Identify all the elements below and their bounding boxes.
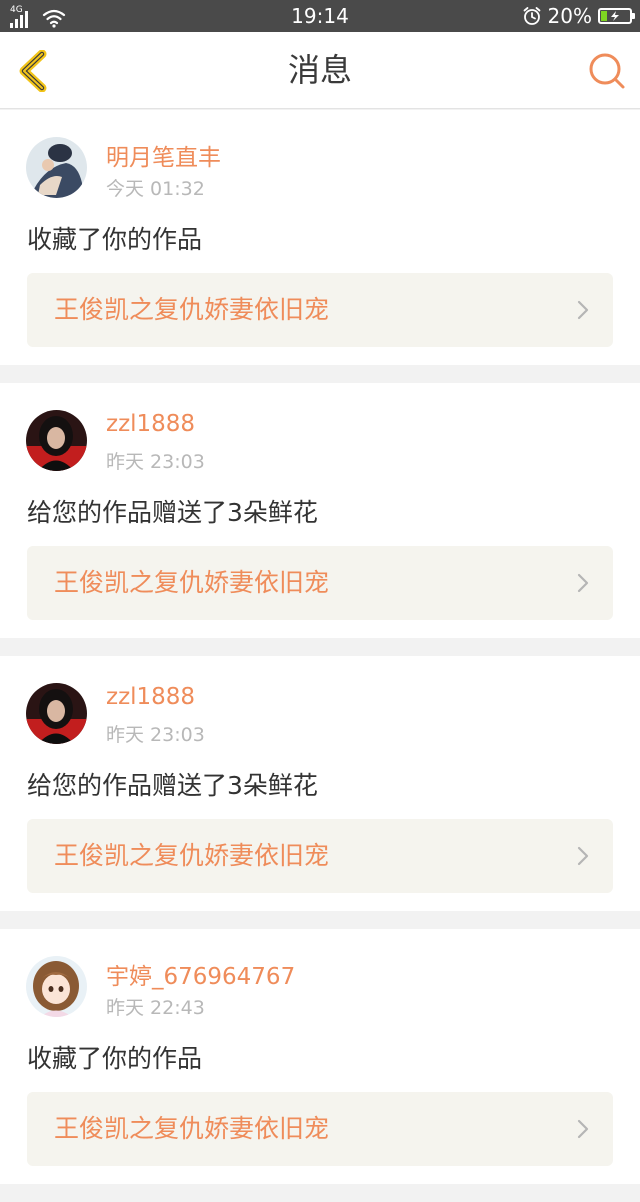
work-link[interactable]: 王俊凯之复仇娇妻依旧宠 bbox=[27, 819, 613, 893]
chevron-right-icon bbox=[577, 573, 589, 593]
message-time: 昨天 23:03 bbox=[106, 724, 205, 746]
message-text: 收藏了你的作品 bbox=[27, 225, 203, 254]
work-title: 王俊凯之复仇娇妻依旧宠 bbox=[54, 295, 330, 324]
avatar[interactable] bbox=[26, 137, 87, 198]
username[interactable]: zzl1888 bbox=[106, 684, 195, 710]
message-item: zzl1888 昨天 23:03 给您的作品赠送了3朵鲜花 王俊凯之复仇娇妻依旧… bbox=[0, 383, 640, 638]
username[interactable]: zzl1888 bbox=[106, 411, 195, 437]
message-text: 给您的作品赠送了3朵鲜花 bbox=[27, 498, 318, 527]
message-list: 明月笔直丰 今天 01:32 收藏了你的作品 王俊凯之复仇娇妻依旧宠 zzl18… bbox=[0, 110, 640, 1202]
message-time: 昨天 23:03 bbox=[106, 451, 205, 473]
message-text: 给您的作品赠送了3朵鲜花 bbox=[27, 771, 318, 800]
page-title: 消息 bbox=[287, 51, 352, 89]
battery-percent: 20% bbox=[547, 4, 592, 28]
app-header: 消息 bbox=[0, 32, 640, 109]
alarm-icon bbox=[523, 7, 540, 25]
work-title: 王俊凯之复仇娇妻依旧宠 bbox=[54, 568, 330, 597]
username[interactable]: 明月笔直丰 bbox=[106, 138, 221, 172]
search-icon bbox=[589, 53, 625, 89]
search-button[interactable] bbox=[588, 52, 626, 90]
username[interactable]: 宇婷_676964767 bbox=[106, 957, 295, 991]
chevron-right-icon bbox=[577, 300, 589, 320]
message-time: 昨天 22:43 bbox=[106, 997, 205, 1019]
work-link[interactable]: 王俊凯之复仇娇妻依旧宠 bbox=[27, 273, 613, 347]
work-link[interactable]: 王俊凯之复仇娇妻依旧宠 bbox=[27, 1092, 613, 1166]
message-item: 明月笔直丰 今天 01:32 收藏了你的作品 王俊凯之复仇娇妻依旧宠 bbox=[0, 110, 640, 365]
battery-charging-icon bbox=[598, 8, 635, 24]
work-title: 王俊凯之复仇娇妻依旧宠 bbox=[54, 1114, 330, 1143]
message-text: 收藏了你的作品 bbox=[27, 1044, 203, 1073]
chevron-right-icon bbox=[577, 1119, 589, 1139]
message-item: zzl1888 昨天 23:03 给您的作品赠送了3朵鲜花 王俊凯之复仇娇妻依旧… bbox=[0, 656, 640, 911]
avatar[interactable] bbox=[26, 410, 87, 471]
work-link[interactable]: 王俊凯之复仇娇妻依旧宠 bbox=[27, 546, 613, 620]
message-item: 宇婷_676964767 昨天 22:43 收藏了你的作品 王俊凯之复仇娇妻依旧… bbox=[0, 929, 640, 1184]
work-title: 王俊凯之复仇娇妻依旧宠 bbox=[54, 841, 330, 870]
status-bar: 4G 19:14 20% bbox=[0, 0, 640, 32]
avatar[interactable] bbox=[26, 683, 87, 744]
status-right: 20% bbox=[522, 0, 635, 32]
message-time: 今天 01:32 bbox=[106, 178, 205, 200]
avatar[interactable] bbox=[26, 956, 87, 1017]
chevron-right-icon bbox=[577, 846, 589, 866]
